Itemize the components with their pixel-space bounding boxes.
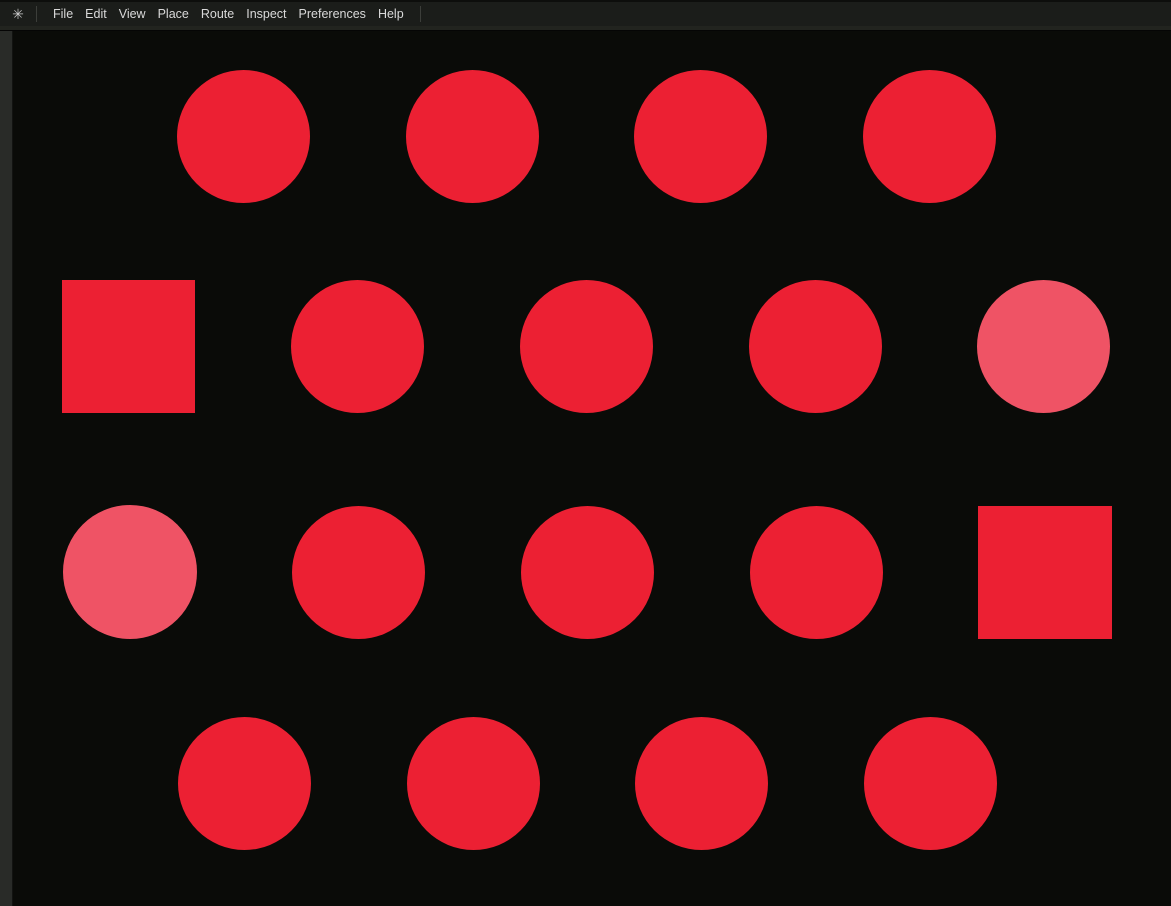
pad-layer bbox=[0, 0, 1171, 906]
menubar-bottom-edge bbox=[0, 26, 1171, 31]
menubar-separator bbox=[36, 6, 37, 22]
pad-circle[interactable] bbox=[177, 70, 310, 203]
menu-item-help[interactable]: Help bbox=[372, 2, 410, 26]
menu-item-inspect[interactable]: Inspect bbox=[240, 2, 292, 26]
menu-item-route[interactable]: Route bbox=[195, 2, 240, 26]
pad-circle[interactable] bbox=[863, 70, 996, 203]
menu-item-place[interactable]: Place bbox=[152, 2, 195, 26]
pad-circle[interactable] bbox=[291, 280, 424, 413]
pad-circle[interactable] bbox=[749, 280, 882, 413]
pad-square[interactable] bbox=[62, 280, 195, 413]
pad-circle[interactable] bbox=[178, 717, 311, 850]
pad-circle[interactable] bbox=[635, 717, 768, 850]
menubar-separator bbox=[420, 6, 421, 22]
pad-square[interactable] bbox=[978, 506, 1112, 639]
pad-circle[interactable] bbox=[521, 506, 654, 639]
pad-circle[interactable] bbox=[634, 70, 767, 203]
pad-circle[interactable] bbox=[750, 506, 883, 639]
app-starburst-icon: ✳ bbox=[10, 7, 26, 21]
pad-circle[interactable] bbox=[520, 280, 653, 413]
menu-item-view[interactable]: View bbox=[113, 2, 152, 26]
menubar: ✳ File Edit View Place Route Inspect Pre… bbox=[0, 0, 1171, 26]
window-left-frame bbox=[0, 26, 13, 906]
pad-circle[interactable] bbox=[864, 717, 997, 850]
pad-circle[interactable] bbox=[63, 505, 197, 639]
pad-circle[interactable] bbox=[406, 70, 539, 203]
pad-circle[interactable] bbox=[977, 280, 1110, 413]
menu-item-edit[interactable]: Edit bbox=[79, 2, 113, 26]
pad-circle[interactable] bbox=[407, 717, 540, 850]
pad-circle[interactable] bbox=[292, 506, 425, 639]
menu-item-file[interactable]: File bbox=[47, 2, 79, 26]
menu-item-preferences[interactable]: Preferences bbox=[293, 2, 372, 26]
